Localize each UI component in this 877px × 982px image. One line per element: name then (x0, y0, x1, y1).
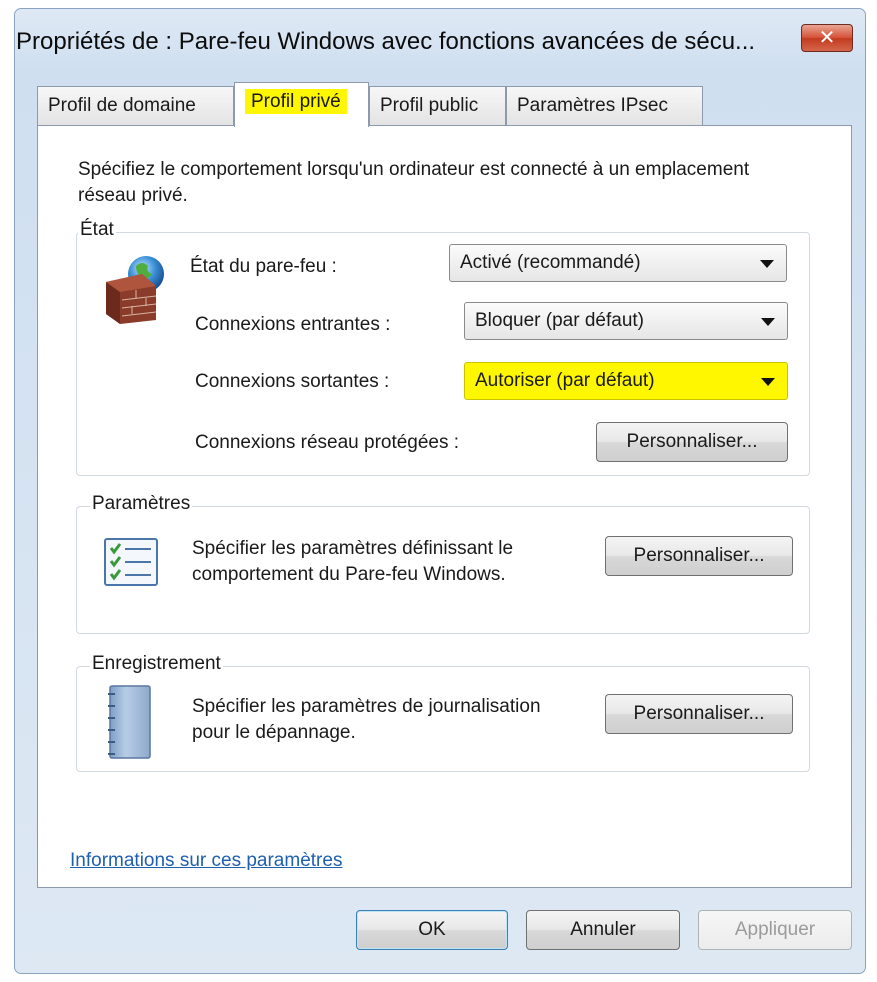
notebook-icon (108, 685, 151, 759)
tab-parametres-ipsec[interactable]: Paramètres IPsec (506, 86, 703, 126)
tab-label: Profil public (380, 95, 479, 116)
enregistrement-text: Spécifier les paramètres de journalisati… (192, 696, 541, 743)
outbound-select[interactable]: Autoriser (par défaut) (464, 362, 788, 400)
intro-text: Spécifiez le comportement lorsqu'un ordi… (78, 159, 750, 206)
info-link[interactable]: Informations sur ces paramètres (70, 850, 342, 872)
select-value: Activé (recommandé) (460, 252, 641, 273)
tab-profil-prive[interactable]: Profil privé (234, 82, 369, 127)
apply-button[interactable]: Appliquer (698, 910, 852, 950)
parametres-group-label: Paramètres (90, 493, 193, 515)
outbound-label: Connexions sortantes : (195, 371, 390, 392)
tab-label: Profil de domaine (48, 95, 196, 116)
tab-label: Profil privé (245, 89, 347, 114)
protected-connections-label: Connexions réseau protégées : (195, 432, 460, 453)
select-value: Bloquer (par défaut) (475, 310, 644, 331)
ok-button[interactable]: OK (356, 910, 508, 950)
cancel-button[interactable]: Annuler (526, 910, 680, 950)
chevron-down-icon (761, 378, 775, 386)
window-title: Propriétés de : Pare-feu Windows avec fo… (16, 28, 756, 55)
enregistrement-customize-button[interactable]: Personnaliser... (605, 694, 793, 734)
tab-profil-public[interactable]: Profil public (369, 86, 506, 126)
parametres-text: Spécifier les paramètres définissant le … (192, 538, 514, 585)
chevron-down-icon (760, 260, 774, 268)
close-button[interactable]: ✕ (801, 24, 853, 52)
enregistrement-group-label: Enregistrement (90, 653, 223, 675)
firewall-state-select[interactable]: Activé (recommandé) (449, 244, 787, 282)
firewall-globe-icon (106, 256, 164, 324)
inbound-label: Connexions entrantes : (195, 314, 391, 335)
tab-profil-domaine[interactable]: Profil de domaine (37, 86, 234, 126)
chevron-down-icon (761, 318, 775, 326)
firewall-state-label: État du pare-feu : (190, 256, 337, 277)
parametres-customize-button[interactable]: Personnaliser... (605, 536, 793, 576)
etat-group-label: État (78, 219, 116, 241)
checklist-icon (104, 538, 158, 586)
tab-label: Paramètres IPsec (517, 95, 668, 116)
select-value: Autoriser (par défaut) (475, 370, 655, 391)
inbound-select[interactable]: Bloquer (par défaut) (464, 302, 788, 340)
protected-customize-button[interactable]: Personnaliser... (596, 422, 788, 462)
